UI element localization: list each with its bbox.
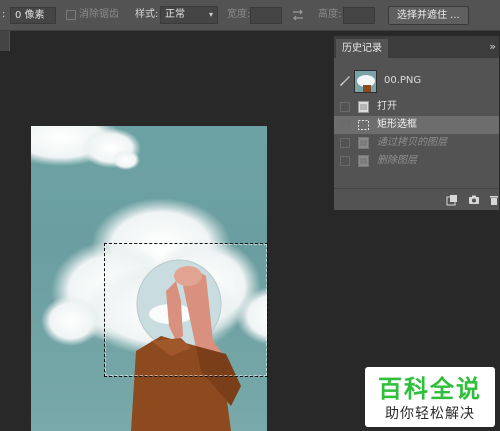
trash-icon[interactable] <box>488 194 500 206</box>
width-label: 宽度: <box>227 9 251 20</box>
history-step-checkbox[interactable] <box>340 120 350 130</box>
snapshot-name: 00.PNG <box>384 75 422 86</box>
document-icon <box>358 101 369 113</box>
history-step-label: 打开 <box>377 101 397 112</box>
panel-header: 历史记录 » <box>334 36 499 58</box>
swap-dimensions-icon[interactable] <box>291 9 305 21</box>
history-step-delete-layer[interactable]: 删除图层 <box>334 152 499 170</box>
history-step-checkbox[interactable] <box>340 102 350 112</box>
watermark-subtitle: 助你轻松解决 <box>385 406 475 422</box>
marquee-icon <box>358 120 369 130</box>
marquee-selection[interactable] <box>104 243 268 377</box>
history-brush-icon[interactable] <box>339 74 351 86</box>
feather-input[interactable]: 0 像素 <box>10 7 56 24</box>
style-select[interactable]: 正常 ▾ <box>160 6 218 24</box>
style-select-value: 正常 <box>165 9 185 20</box>
history-step-label: 矩形选框 <box>377 119 417 130</box>
history-step-checkbox[interactable] <box>340 138 350 148</box>
height-input[interactable] <box>343 7 375 24</box>
antialias-label: 消除锯齿 <box>79 9 119 20</box>
history-step-checkbox[interactable] <box>340 156 350 166</box>
snapshot-row[interactable]: 00.PNG <box>334 66 499 98</box>
feather-label: : <box>2 9 6 20</box>
history-step-label: 删除图层 <box>377 155 417 166</box>
history-step-marquee[interactable]: 矩形选框 <box>334 116 499 134</box>
camera-icon[interactable] <box>468 194 480 206</box>
tool-strip-edge <box>0 31 10 51</box>
watermark-title: 百科全说 <box>378 375 482 403</box>
document-icon <box>358 137 369 149</box>
history-step-layer-via-copy[interactable]: 通过拷贝的图层 <box>334 134 499 152</box>
chevron-down-icon: ▾ <box>208 10 213 19</box>
document-icon <box>358 155 369 167</box>
style-label: 样式: <box>135 9 159 20</box>
width-input[interactable] <box>250 7 282 24</box>
panel-footer <box>334 188 499 210</box>
watermark-logo: 百科全说 助你轻松解决 <box>365 367 495 427</box>
select-and-mask-button[interactable]: 选择并遮住 ... <box>388 6 469 25</box>
tab-history[interactable]: 历史记录 <box>336 39 388 58</box>
panel-collapse-icon[interactable]: » <box>489 40 496 53</box>
antialias-checkbox[interactable] <box>66 10 76 20</box>
height-label: 高度: <box>318 9 342 20</box>
new-document-from-state-icon[interactable] <box>446 194 458 206</box>
history-step-label: 通过拷贝的图层 <box>377 137 447 148</box>
options-bar: : 0 像素 消除锯齿 样式: 正常 ▾ 宽度: 高度: 选择并遮住 ... <box>0 0 500 31</box>
snapshot-thumbnail <box>354 70 377 93</box>
history-panel: 历史记录 » 00.PNG 打开 矩形选框 通过拷贝的图层 删除图层 <box>333 35 500 211</box>
history-step-open[interactable]: 打开 <box>334 98 499 116</box>
